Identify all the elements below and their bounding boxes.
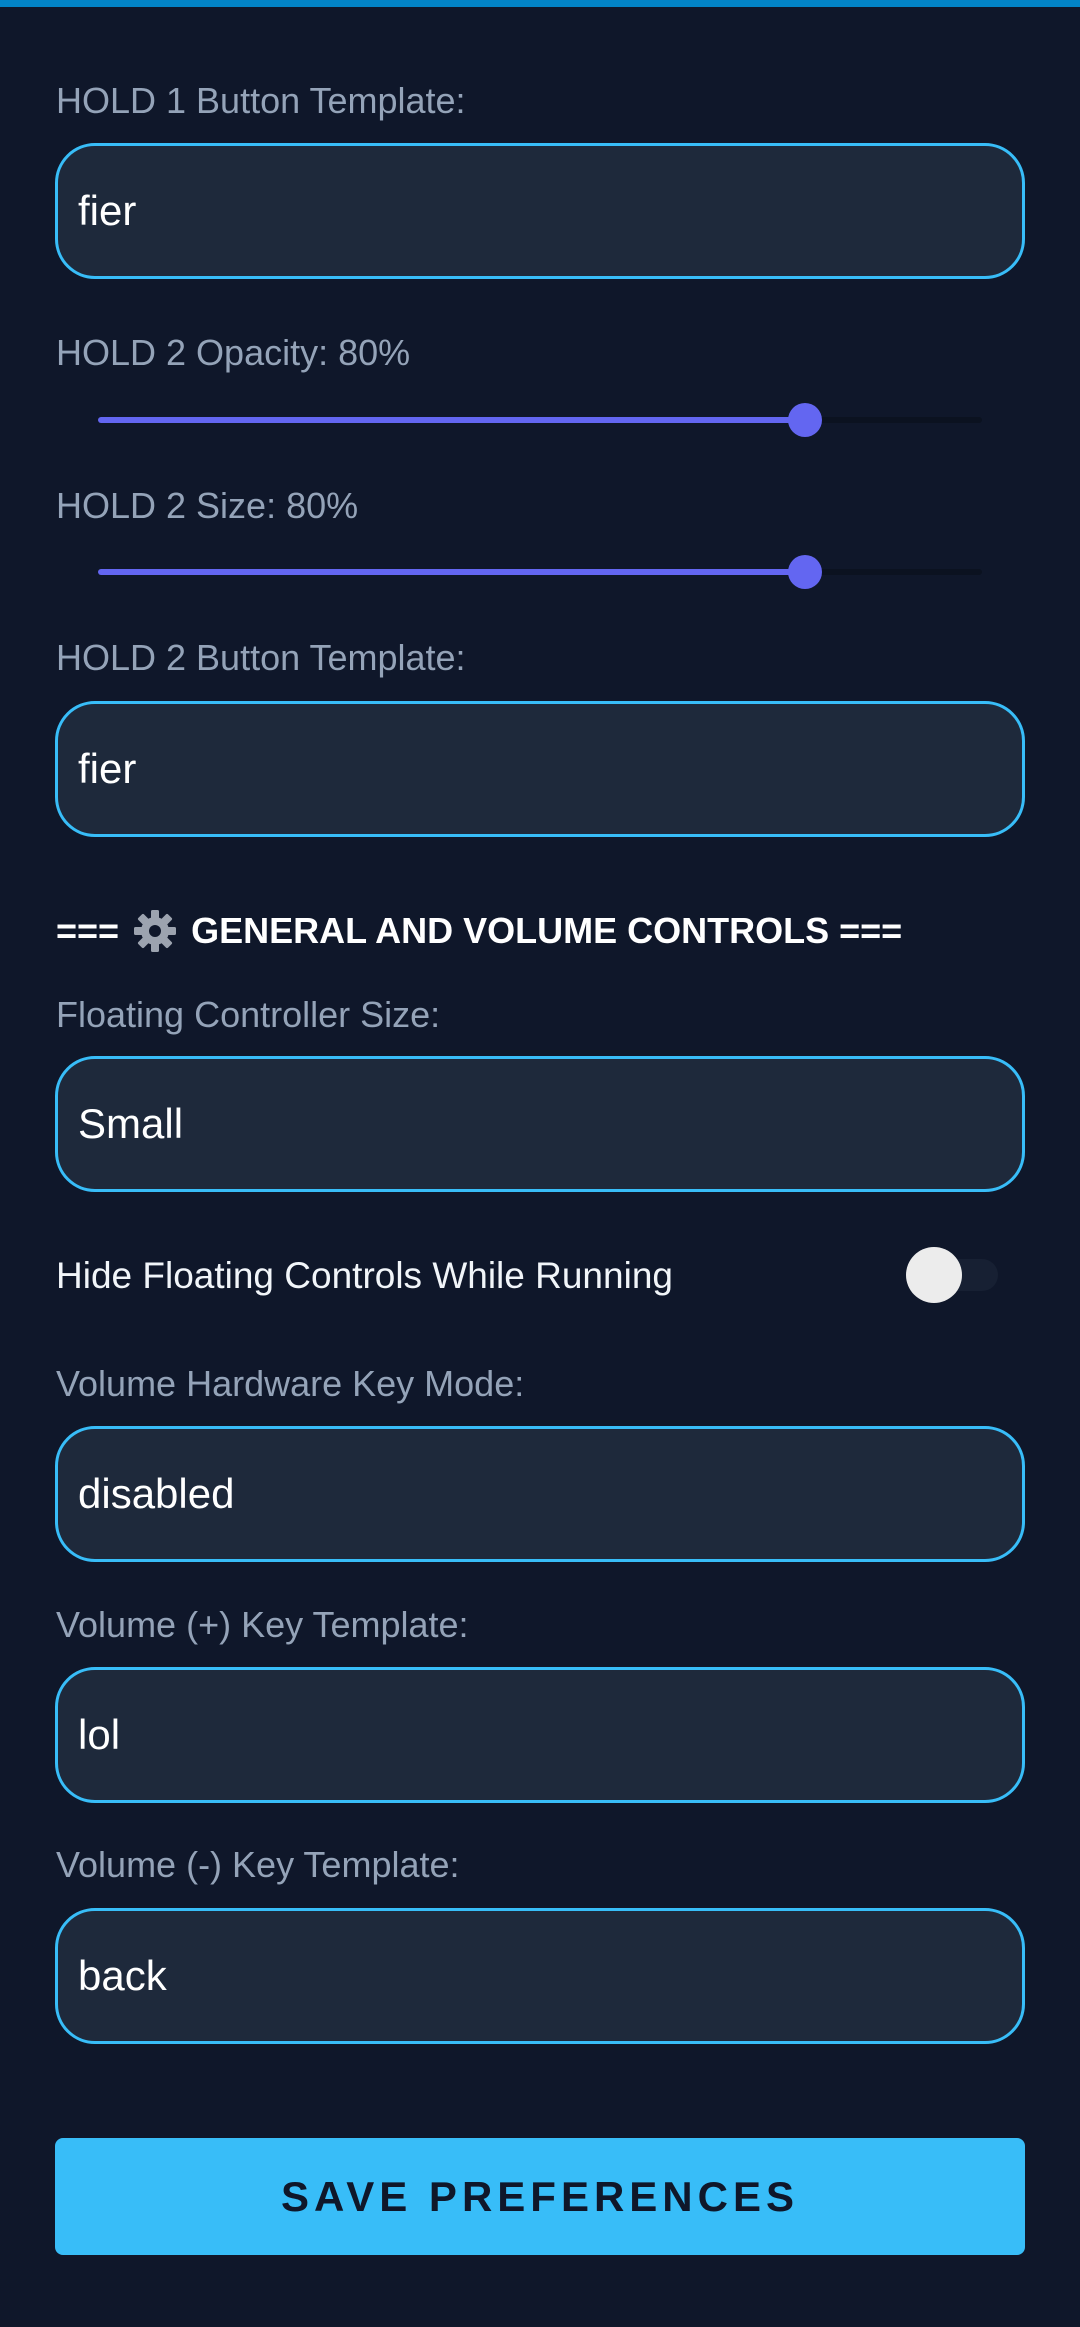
controller-size-value: Small [78,1100,184,1147]
hide-controls-toggle[interactable] [906,1246,998,1304]
hold2-size-slider[interactable] [98,555,982,589]
slider-thumb[interactable] [788,403,823,437]
controller-size-label: Floating Controller Size: [56,994,441,1035]
hold2-size-label: HOLD 2 Size: 80% [56,485,359,526]
volume-plus-label: Volume (+) Key Template: [56,1604,469,1645]
volume-mode-value: disabled [78,1470,235,1517]
save-preferences-button[interactable]: SAVE PREFERENCES [55,2138,1025,2255]
settings-screen: HOLD 1 Button Template: fier HOLD 2 Opac… [0,0,1080,2327]
volume-minus-label: Volume (-) Key Template: [56,1844,460,1885]
toggle-knob [906,1247,962,1303]
hold2-opacity-slider[interactable] [98,403,982,437]
volume-minus-value: back [78,1952,167,1999]
hold2-opacity-label: HOLD 2 Opacity: 80% [56,332,411,373]
hold1-template-value: fier [78,187,137,234]
volume-minus-field[interactable]: back [55,1908,1025,2044]
slider-fill [98,417,806,423]
hold2-template-value: fier [78,745,137,792]
top-accent-bar [0,0,1080,7]
section-prefix: === [56,910,120,951]
volume-plus-value: lol [78,1711,121,1758]
hold1-template-field[interactable]: fier [55,143,1025,279]
volume-mode-label: Volume Hardware Key Mode: [56,1363,525,1404]
hold2-template-field[interactable]: fier [55,701,1025,837]
volume-mode-select[interactable]: disabled [55,1426,1025,1562]
hold2-template-label: HOLD 2 Button Template: [56,637,466,678]
controller-size-select[interactable]: Small [55,1056,1025,1192]
hide-controls-label: Hide Floating Controls While Running [56,1255,673,1296]
slider-fill [98,569,806,575]
hold1-template-label: HOLD 1 Button Template: [56,80,466,121]
general-section-heading: === GENERAL AND VOLUME CONTROLS === [56,907,902,955]
gear-icon [133,909,177,953]
slider-thumb[interactable] [788,555,823,589]
volume-plus-field[interactable]: lol [55,1667,1025,1803]
section-title-text: GENERAL AND VOLUME CONTROLS === [191,910,903,951]
